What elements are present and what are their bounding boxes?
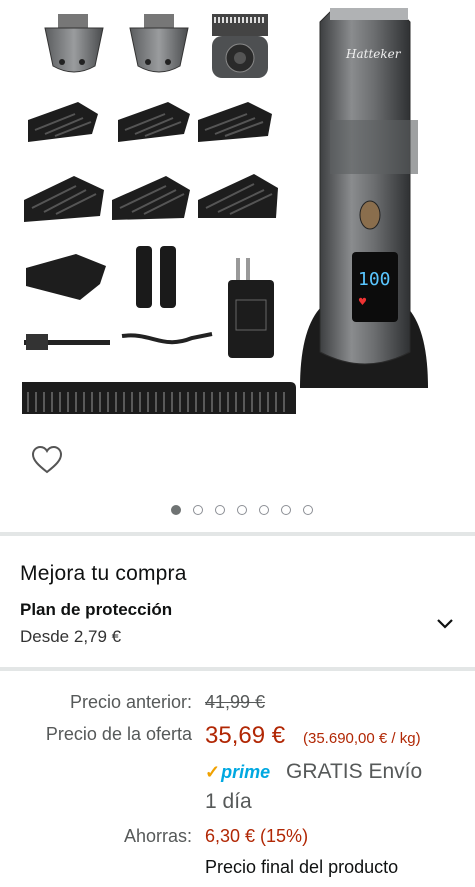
prime-label: prime	[221, 762, 271, 782]
pagination-dot-5[interactable]	[258, 505, 269, 515]
product-image[interactable]: 100 ♥ Hatteker	[0, 0, 475, 430]
pagination-dot-4[interactable]	[236, 505, 247, 515]
usb-cable	[121, 332, 213, 345]
offer-price-label: Precio de la oferta	[45, 724, 192, 744]
section-divider	[0, 667, 475, 671]
blade-head-2	[129, 14, 189, 73]
free-shipping-text: GRATIS Envío	[286, 760, 423, 783]
blade-head-3	[212, 14, 268, 78]
unit-price: (35.690,00 € / kg)	[303, 730, 421, 747]
section-divider	[0, 532, 475, 536]
pagination-dot-7[interactable]	[302, 505, 313, 515]
protection-plan-price: Desde 2,79 €	[20, 627, 122, 646]
hair-clipper: 100 ♥ Hatteker	[300, 8, 428, 388]
previous-price-value: 41,99 €	[205, 692, 266, 712]
styling-comb	[22, 382, 296, 414]
protection-plan-name: Plan de protección	[20, 600, 173, 619]
pagination-dot-2[interactable]	[192, 505, 203, 515]
pagination-dot-3[interactable]	[214, 505, 225, 515]
prime-badge: ✓prime	[205, 762, 270, 783]
final-price-note: Precio final del producto	[205, 857, 399, 877]
savings-value: 6,30 € (15%)	[205, 826, 309, 846]
battery-2	[160, 246, 176, 308]
clipper-display-reading: 100	[358, 269, 391, 290]
offer-price-value: 35,69 €	[205, 722, 286, 749]
clipper-heart-icon: ♥	[358, 297, 367, 308]
battery-1	[136, 246, 152, 308]
product-image-gallery[interactable]: 100 ♥ Hatteker	[0, 0, 475, 430]
upgrade-title: Mejora tu compra	[20, 562, 187, 585]
previous-price-label: Precio anterior:	[69, 692, 192, 712]
checkmark-icon: ✓	[205, 762, 221, 782]
upgrade-section[interactable]: Mejora tu compra Plan de protección Desd…	[0, 552, 475, 666]
savings-label: Ahorras:	[123, 826, 192, 846]
price-block: Precio anterior: 41,99 € Precio de la of…	[0, 680, 475, 887]
pagination-dot-1[interactable]	[170, 505, 181, 515]
image-pagination[interactable]	[0, 505, 475, 521]
pagination-dot-6[interactable]	[280, 505, 291, 515]
charger-adapter	[228, 258, 274, 358]
delivery-time: 1 día	[205, 790, 252, 813]
brand-logo: Hatteker	[345, 47, 402, 61]
heart-outline-icon[interactable]	[30, 444, 64, 476]
cleaning-brush	[24, 334, 110, 350]
blade-head-1	[44, 14, 104, 73]
chevron-down-icon[interactable]	[436, 618, 454, 630]
